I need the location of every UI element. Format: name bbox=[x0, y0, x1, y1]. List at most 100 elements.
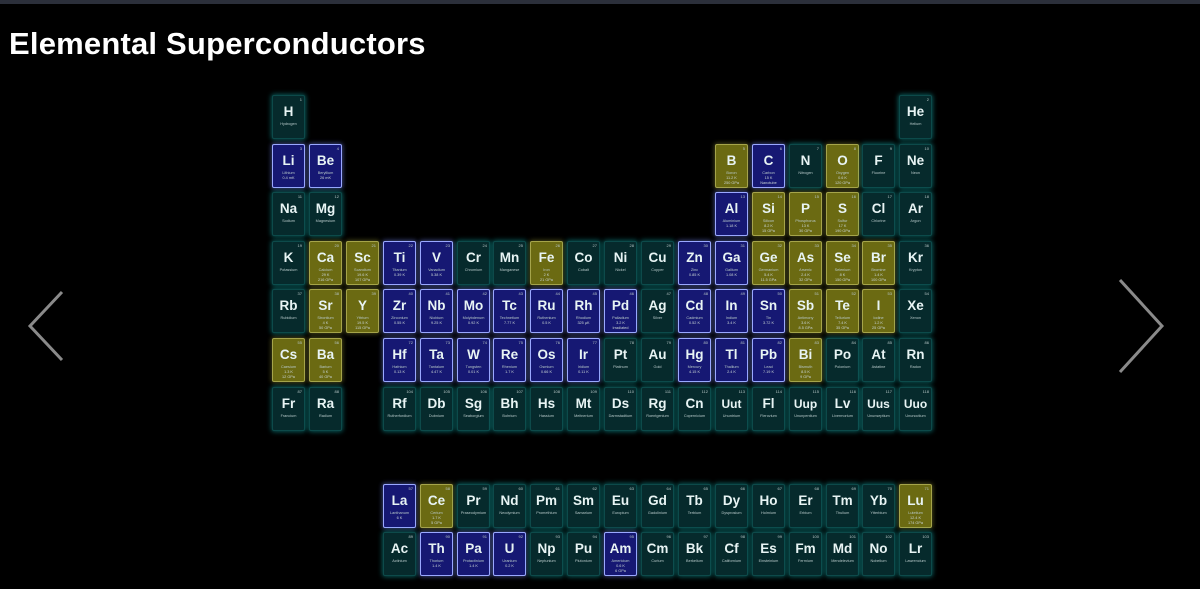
element-tile-sb[interactable]: 51 Sb Antimony 3.6 K 8.5 GPa bbox=[789, 289, 822, 333]
element-tile-sr[interactable]: 38 Sr Strontium 4 K 50 GPa bbox=[309, 289, 342, 333]
element-tile-pd[interactable]: 46 Pd Palladium 3.2 K Irradiated bbox=[604, 289, 637, 333]
element-tile-ir[interactable]: 77 Ir Iridium 0.11 K bbox=[567, 338, 600, 382]
element-tile-lu[interactable]: 71 Lu Lutetium 12.4 K 174 GPa bbox=[899, 484, 932, 528]
element-tile-md[interactable]: 101 Md Mendelevium bbox=[826, 532, 859, 576]
element-tile-ar[interactable]: 18 Ar Argon bbox=[899, 192, 932, 236]
element-tile-es[interactable]: 99 Es Einsteinium bbox=[752, 532, 785, 576]
element-tile-o[interactable]: 8 O Oxygen 0.6 K 120 GPa bbox=[826, 144, 859, 188]
element-tile-ni[interactable]: 28 Ni Nickel bbox=[604, 241, 637, 285]
element-tile-ac[interactable]: 89 Ac Actinium bbox=[383, 532, 416, 576]
element-tile-sm[interactable]: 62 Sm Samarium bbox=[567, 484, 600, 528]
element-tile-rh[interactable]: 45 Rh Rhodium 325 µK bbox=[567, 289, 600, 333]
element-tile-fm[interactable]: 100 Fm Fermium bbox=[789, 532, 822, 576]
element-tile-ga[interactable]: 31 Ga Gallium 1.08 K bbox=[715, 241, 748, 285]
element-tile-uus[interactable]: 117 Uus Ununseptium bbox=[862, 387, 895, 431]
element-tile-re[interactable]: 75 Re Rhenium 1.7 K bbox=[493, 338, 526, 382]
element-tile-cn[interactable]: 112 Cn Copernicium bbox=[678, 387, 711, 431]
element-tile-in[interactable]: 49 In Indium 3.4 K bbox=[715, 289, 748, 333]
element-tile-cs[interactable]: 55 Cs Caesium 1.3 K 12 GPa bbox=[272, 338, 305, 382]
element-tile-f[interactable]: 9 F Fluorine bbox=[862, 144, 895, 188]
element-tile-ne[interactable]: 10 Ne Neon bbox=[899, 144, 932, 188]
element-tile-h[interactable]: 1 H Hydrogen bbox=[272, 95, 305, 139]
element-tile-ag[interactable]: 47 Ag Silver bbox=[641, 289, 674, 333]
element-tile-ds[interactable]: 110 Ds Darmstadtium bbox=[604, 387, 637, 431]
element-tile-ba[interactable]: 56 Ba Barium 5 K 40 GPa bbox=[309, 338, 342, 382]
element-tile-xe[interactable]: 54 Xe Xenon bbox=[899, 289, 932, 333]
element-tile-dy[interactable]: 66 Dy Dysprosium bbox=[715, 484, 748, 528]
element-tile-na[interactable]: 11 Na Sodium bbox=[272, 192, 305, 236]
element-tile-po[interactable]: 84 Po Polonium bbox=[826, 338, 859, 382]
element-tile-sc[interactable]: 21 Sc Scandium 19.6 K 107 GPa bbox=[346, 241, 379, 285]
element-tile-y[interactable]: 39 Y Yttrium 19.5 K 115 GPa bbox=[346, 289, 379, 333]
element-tile-zn[interactable]: 30 Zn Zinc 0.85 K bbox=[678, 241, 711, 285]
element-tile-i[interactable]: 53 I Iodine 1.2 K 25 GPa bbox=[862, 289, 895, 333]
element-tile-li[interactable]: 3 Li Lithium 0.4 mK bbox=[272, 144, 305, 188]
element-tile-n[interactable]: 7 N Nitrogen bbox=[789, 144, 822, 188]
element-tile-eu[interactable]: 63 Eu Europium bbox=[604, 484, 637, 528]
element-tile-b[interactable]: 5 B Boron 11.2 K 250 GPa bbox=[715, 144, 748, 188]
element-tile-al[interactable]: 13 Al Aluminium 1.18 K bbox=[715, 192, 748, 236]
element-tile-uuo[interactable]: 118 Uuo Ununoctium bbox=[899, 387, 932, 431]
element-tile-mg[interactable]: 12 Mg Magnesium bbox=[309, 192, 342, 236]
element-tile-pt[interactable]: 78 Pt Platinum bbox=[604, 338, 637, 382]
element-tile-uut[interactable]: 113 Uut Ununtrium bbox=[715, 387, 748, 431]
element-tile-se[interactable]: 34 Se Selenium 8 K 150 GPa bbox=[826, 241, 859, 285]
element-tile-cd[interactable]: 48 Cd Cadmium 0.52 K bbox=[678, 289, 711, 333]
element-tile-be[interactable]: 4 Be Beryllium 26 mK bbox=[309, 144, 342, 188]
element-tile-yb[interactable]: 70 Yb Ytterbium bbox=[862, 484, 895, 528]
element-tile-bi[interactable]: 83 Bi Bismuth 8.5 K9 GPa bbox=[789, 338, 822, 382]
element-tile-rg[interactable]: 111 Rg Roentgenium bbox=[641, 387, 674, 431]
element-tile-at[interactable]: 85 At Astatine bbox=[862, 338, 895, 382]
element-tile-la[interactable]: 57 La Lanthanum 6 K bbox=[383, 484, 416, 528]
element-tile-pr[interactable]: 59 Pr Praseodymium bbox=[457, 484, 490, 528]
element-tile-hg[interactable]: 80 Hg Mercury 4.15 K bbox=[678, 338, 711, 382]
element-tile-c[interactable]: 6 C Carbon 15 K Nanotube bbox=[752, 144, 785, 188]
element-tile-lr[interactable]: 103 Lr Lawrencium bbox=[899, 532, 932, 576]
element-tile-nb[interactable]: 41 Nb Niobium 9.25 K bbox=[420, 289, 453, 333]
element-tile-ca[interactable]: 20 Ca Calcium 29 K 216 GPa bbox=[309, 241, 342, 285]
element-tile-hs[interactable]: 108 Hs Hassium bbox=[530, 387, 563, 431]
element-tile-s[interactable]: 16 S Sulfur 17 K 190 GPa bbox=[826, 192, 859, 236]
element-tile-v[interactable]: 23 V Vanadium 5.38 K bbox=[420, 241, 453, 285]
element-tile-fe[interactable]: 26 Fe Iron 2 K 21 GPa bbox=[530, 241, 563, 285]
element-tile-np[interactable]: 93 Np Neptunium bbox=[530, 532, 563, 576]
element-tile-ru[interactable]: 44 Ru Ruthenium 0.5 K bbox=[530, 289, 563, 333]
element-tile-zr[interactable]: 40 Zr Zirconium 0.55 K bbox=[383, 289, 416, 333]
element-tile-am[interactable]: 95 Am Americium 0.6 K6 GPa bbox=[604, 532, 637, 576]
element-tile-p[interactable]: 15 P Phosphorus 13 K 30 GPa bbox=[789, 192, 822, 236]
element-tile-mt[interactable]: 109 Mt Meitnerium bbox=[567, 387, 600, 431]
element-tile-pa[interactable]: 91 Pa Protactinium 1.4 K bbox=[457, 532, 490, 576]
element-tile-rb[interactable]: 37 Rb Rubidium bbox=[272, 289, 305, 333]
element-tile-os[interactable]: 76 Os Osmium 0.66 K bbox=[530, 338, 563, 382]
element-tile-rn[interactable]: 86 Rn Radon bbox=[899, 338, 932, 382]
element-tile-cf[interactable]: 98 Cf Californium bbox=[715, 532, 748, 576]
element-tile-ra[interactable]: 88 Ra Radium bbox=[309, 387, 342, 431]
element-tile-fr[interactable]: 87 Fr Francium bbox=[272, 387, 305, 431]
element-tile-nd[interactable]: 60 Nd Neodymium bbox=[493, 484, 526, 528]
element-tile-cu[interactable]: 29 Cu Copper bbox=[641, 241, 674, 285]
element-tile-tb[interactable]: 65 Tb Terbium bbox=[678, 484, 711, 528]
element-tile-co[interactable]: 27 Co Cobalt bbox=[567, 241, 600, 285]
element-tile-mn[interactable]: 25 Mn Manganese bbox=[493, 241, 526, 285]
element-tile-ti[interactable]: 22 Ti Titanium 0.39 K bbox=[383, 241, 416, 285]
element-tile-k[interactable]: 19 K Potassium bbox=[272, 241, 305, 285]
element-tile-cm[interactable]: 96 Cm Curium bbox=[641, 532, 674, 576]
element-tile-br[interactable]: 35 Br Bromine 1.4 K 100 GPa bbox=[862, 241, 895, 285]
element-tile-hf[interactable]: 72 Hf Hafnium 0.13 K bbox=[383, 338, 416, 382]
element-tile-si[interactable]: 14 Si Silicon 8.2 K 15 GPa bbox=[752, 192, 785, 236]
element-tile-uup[interactable]: 115 Uup Ununpentium bbox=[789, 387, 822, 431]
element-tile-pb[interactable]: 82 Pb Lead 7.19 K bbox=[752, 338, 785, 382]
element-tile-as[interactable]: 33 As Arsenic 2.4 K 32 GPa bbox=[789, 241, 822, 285]
element-tile-w[interactable]: 74 W Tungsten 0.01 K bbox=[457, 338, 490, 382]
element-tile-te[interactable]: 52 Te Tellurium 7.4 K 35 GPa bbox=[826, 289, 859, 333]
element-tile-fl[interactable]: 114 Fl Flerovium bbox=[752, 387, 785, 431]
element-tile-bk[interactable]: 97 Bk Berkelium bbox=[678, 532, 711, 576]
element-tile-sg[interactable]: 106 Sg Seaborgium bbox=[457, 387, 490, 431]
element-tile-bh[interactable]: 107 Bh Bohrium bbox=[493, 387, 526, 431]
element-tile-au[interactable]: 79 Au Gold bbox=[641, 338, 674, 382]
element-tile-sn[interactable]: 50 Sn Tin 3.72 K bbox=[752, 289, 785, 333]
element-tile-u[interactable]: 92 U Uranium 0.2 K bbox=[493, 532, 526, 576]
element-tile-he[interactable]: 2 He Helium bbox=[899, 95, 932, 139]
element-tile-er[interactable]: 68 Er Erbium bbox=[789, 484, 822, 528]
element-tile-cl[interactable]: 17 Cl Chlorine bbox=[862, 192, 895, 236]
